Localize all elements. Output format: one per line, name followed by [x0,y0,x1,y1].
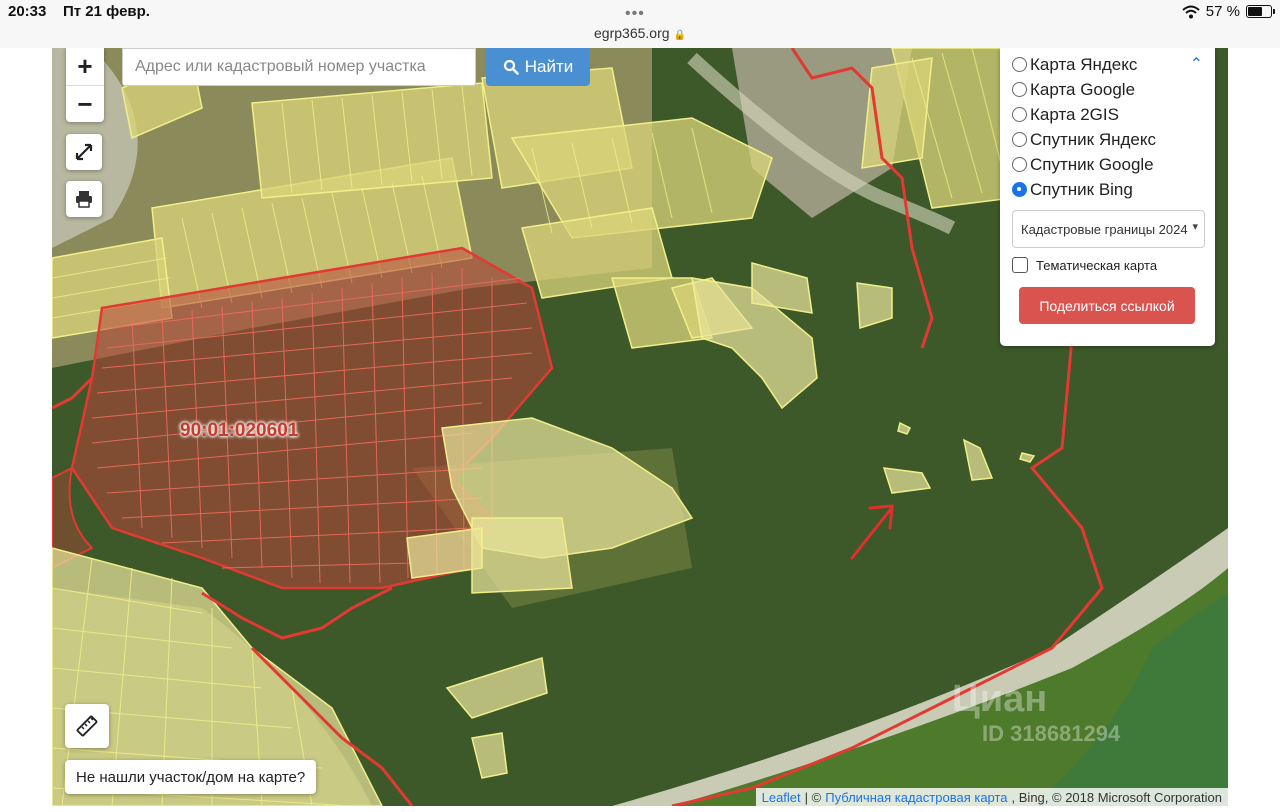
not-found-button[interactable]: Не нашли участок/дом на карте? [65,760,317,794]
status-time: 20:33 [8,3,47,20]
layer-option[interactable]: Карта 2GIS [1012,102,1205,127]
layer-option[interactable]: Спутник Яндекс [1012,127,1205,152]
layer-label: Спутник Яндекс [1030,129,1156,149]
fullscreen-icon [75,143,93,161]
thematic-map-checkbox[interactable] [1012,257,1028,273]
url-text: egrp365.org [594,25,670,41]
battery-icon [1246,5,1275,18]
more-dots-icon[interactable]: ••• [625,5,645,23]
layer-option[interactable]: Карта Яндекс [1012,52,1205,77]
radio-button[interactable] [1012,107,1027,122]
radio-button[interactable] [1012,182,1027,197]
map-view[interactable]: 90:01:020601 Циан ID 318681294 + − Найти… [52,48,1228,806]
find-button[interactable]: Найти [486,48,590,86]
layer-option[interactable]: Карта Google [1012,77,1205,102]
layer-list: Карта Яндекс Карта Google Карта 2GIS Спу… [1012,52,1205,202]
radio-button[interactable] [1012,132,1027,147]
watermark: Циан ID 318681294 [952,678,1120,747]
chevron-up-icon[interactable]: ⌃ [1190,54,1203,74]
layer-label: Карта Яндекс [1030,54,1138,74]
attribution-separator: | © [804,789,822,805]
layer-label: Спутник Bing [1030,179,1133,199]
status-date: Пт 21 февр. [63,3,150,20]
status-right: 57 % [1182,3,1275,20]
select-value: Кадастровые границы 2024 [1021,221,1188,237]
watermark-logo: Циан [952,678,1048,720]
radio-button[interactable] [1012,57,1027,72]
cadastral-map-link[interactable]: Публичная кадастровая карта [825,790,1007,805]
battery-percent: 57 % [1205,3,1240,20]
attribution-rest: , Bing, © 2018 Microsoft Corporation [1011,789,1222,805]
zoom-out-button[interactable]: − [66,85,104,123]
layer-option[interactable]: Спутник Bing [1012,177,1205,202]
search-input[interactable] [122,48,476,86]
cadastral-quarter-label[interactable]: 90:01:020601 [180,420,298,442]
ruler-icon [76,715,98,737]
status-bar: 20:33 Пт 21 февр. ••• egrp365.org 🔒 57 % [0,0,1280,48]
leaflet-link[interactable]: Leaflet [762,790,801,805]
radio-button[interactable] [1012,157,1027,172]
cadastral-layer-select[interactable]: Кадастровые границы 2024 ▾ [1012,210,1205,248]
thematic-map-row: Тематическая карта [1012,257,1205,273]
battery-level [1248,7,1262,16]
layer-label: Карта Google [1030,79,1136,99]
thematic-map-label: Тематическая карта [1036,257,1158,273]
print-button[interactable] [66,181,102,217]
layer-option[interactable]: Спутник Google [1012,152,1205,177]
wifi-icon [1182,5,1200,18]
radio-button[interactable] [1012,82,1027,97]
share-link-button[interactable]: Поделиться ссылкой [1019,287,1195,324]
select-arrows-icon: ▾ [1189,220,1198,233]
layer-label: Спутник Google [1030,154,1154,174]
zoom-in-button[interactable]: + [66,48,104,85]
address-bar[interactable]: egrp365.org 🔒 [0,25,1280,41]
lock-icon: 🔒 [673,30,686,41]
fullscreen-button[interactable] [66,134,102,170]
zoom-control: + − [66,48,104,122]
measure-button[interactable] [65,704,109,748]
watermark-id: ID 318681294 [982,721,1121,746]
printer-icon [76,191,92,208]
layer-panel: ⌃ Карта Яндекс Карта Google Карта 2GIS С… [1000,48,1215,346]
search-icon [503,59,519,75]
layer-label: Карта 2GIS [1030,104,1119,124]
find-button-label: Найти [524,57,574,76]
map-attribution: Leaflet | © Публичная кадастровая карта … [755,788,1228,806]
